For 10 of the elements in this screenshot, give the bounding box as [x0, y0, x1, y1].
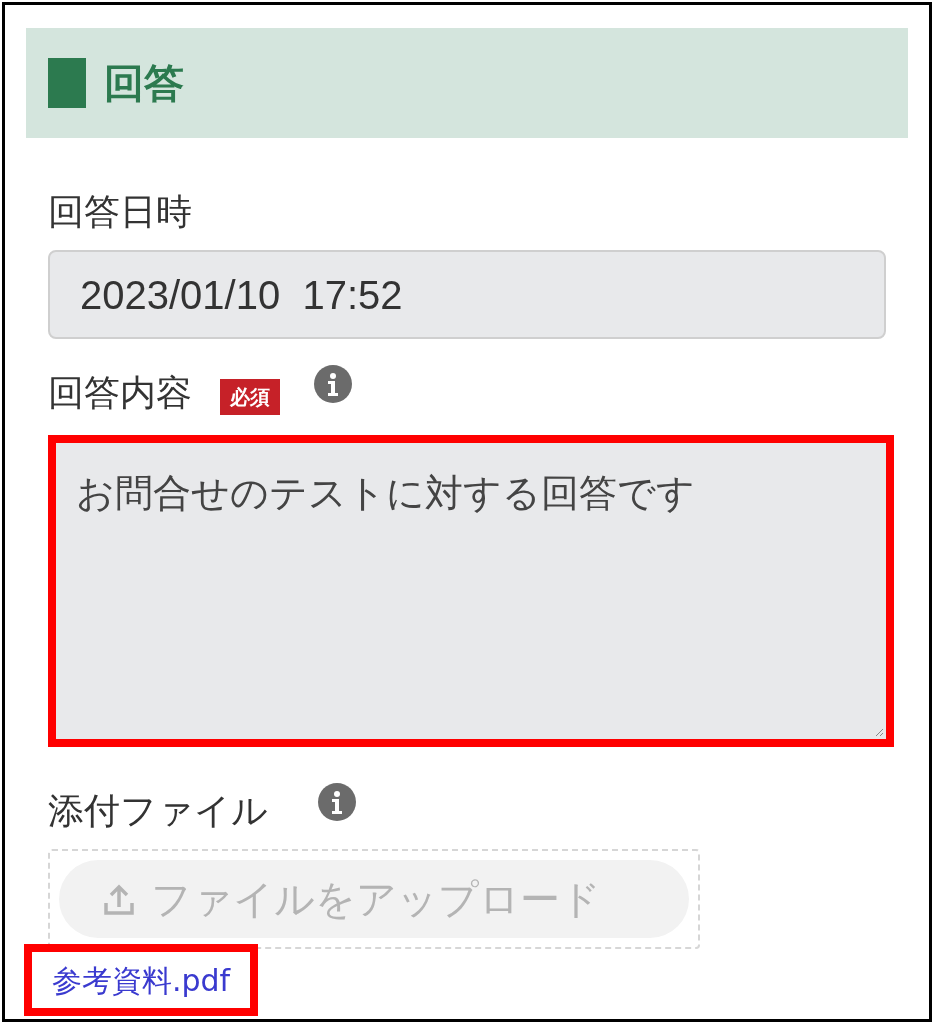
answer-field[interactable]: お問合せのテストに対する回答です — [48, 435, 894, 747]
section-title: 回答 — [104, 59, 184, 108]
header-accent-bar — [48, 58, 86, 108]
required-badge: 必須 — [220, 379, 280, 415]
info-icon[interactable] — [314, 365, 352, 403]
field-label: 添付ファイル — [48, 789, 268, 833]
field-label: 回答日時 — [48, 190, 192, 234]
resize-handle-icon[interactable] — [874, 727, 884, 737]
date-field[interactable]: 2023/01/10 17:52 — [48, 250, 886, 339]
field-label: 回答内容 — [48, 371, 192, 415]
